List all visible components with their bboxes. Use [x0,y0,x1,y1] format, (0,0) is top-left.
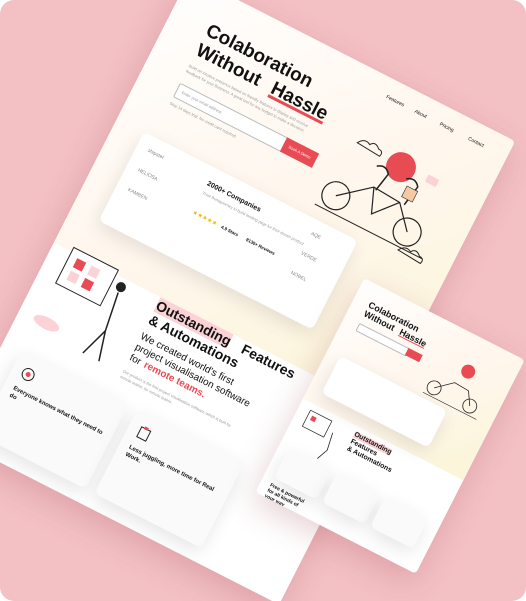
company-logo-kamben: KAMBEN [126,187,149,202]
rating-stars: ★★★★★ [191,209,218,228]
review-count: 8130+ Reviews [245,237,276,257]
mini-feature-card-3 [370,496,429,549]
mini-feature-card-2 [321,472,381,525]
company-logo-nobel: NOBEL [289,270,308,284]
company-logo-verde: VERDE [299,250,318,264]
clipboard-icon [136,426,152,442]
feature-card-2-title: Less juggling, more time for Real Work. [124,444,215,493]
company-logo-shipster: shipster [146,147,165,162]
target-icon [21,368,35,382]
company-logo-aqe: AQE [309,230,322,242]
rating-value: 4.9 Stars [220,224,240,238]
feature-card-1-title: Everyone knows what they need to do [8,385,104,437]
mockup-canvas: Features About Pricing Contact Colaborat… [0,0,526,601]
company-logo-heliosa: HELIOSA [136,167,159,183]
